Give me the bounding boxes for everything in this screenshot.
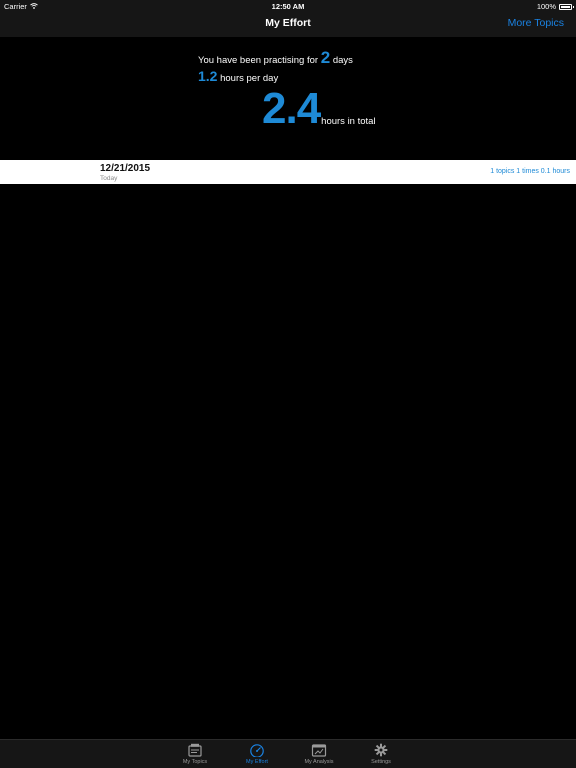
practise-days-line: You have been practising for 2 days [198, 48, 353, 68]
hours-per-day-label: hours per day [220, 73, 279, 84]
tab-label: My Analysis [304, 759, 334, 765]
tab-bar: My Topics My Effort My Analysis Settings [0, 739, 576, 768]
navigation-bar: My Effort More Topics [0, 12, 576, 37]
tab-my-effort[interactable]: My Effort [232, 742, 282, 768]
tab-label: My Topics [182, 759, 208, 765]
total-hours-line: 2.4 hours in total [262, 87, 376, 131]
row-detail: 1 topics 1 times 0.1 hours [490, 168, 570, 175]
topics-icon [170, 743, 220, 757]
row-subtitle: Today [100, 175, 118, 182]
calendar-chart-icon [294, 743, 344, 757]
practise-prefix: You have been practising for [198, 55, 319, 66]
gauge-icon [232, 743, 282, 757]
effort-summary: You have been practising for 2 days 1.2 … [0, 37, 576, 160]
battery-info: 100% [536, 2, 574, 11]
status-time: 12:50 AM [271, 2, 305, 11]
gear-icon [356, 743, 406, 757]
tab-my-topics[interactable]: My Topics [170, 742, 220, 768]
tab-label: My Effort [246, 759, 268, 765]
table-row[interactable]: 12/21/2015 Today 1 topics 1 times 0.1 ho… [0, 160, 576, 184]
tab-settings[interactable]: Settings [356, 742, 406, 768]
screen: Carrier 12:50 AM 100% My Effort More Top… [0, 0, 576, 768]
battery-percent: 100% [536, 2, 556, 11]
hours-per-day-line: 1.2 hours per day [198, 68, 278, 84]
page-title: My Effort [265, 17, 311, 29]
row-date: 12/21/2015 [100, 163, 151, 174]
tab-label: Settings [371, 759, 391, 765]
tab-my-analysis[interactable]: My Analysis [294, 742, 344, 768]
more-topics-button[interactable]: More Topics [508, 17, 564, 29]
battery-icon [559, 3, 574, 10]
total-hours-value: 2.4 [262, 84, 321, 133]
days-count: 2 [320, 48, 331, 67]
battery-fill [561, 5, 570, 8]
status-bar: Carrier 12:50 AM 100% [0, 0, 576, 12]
hours-per-day-value: 1.2 [198, 68, 218, 84]
days-suffix: days [332, 55, 353, 66]
total-hours-label: hours in total [321, 116, 376, 127]
